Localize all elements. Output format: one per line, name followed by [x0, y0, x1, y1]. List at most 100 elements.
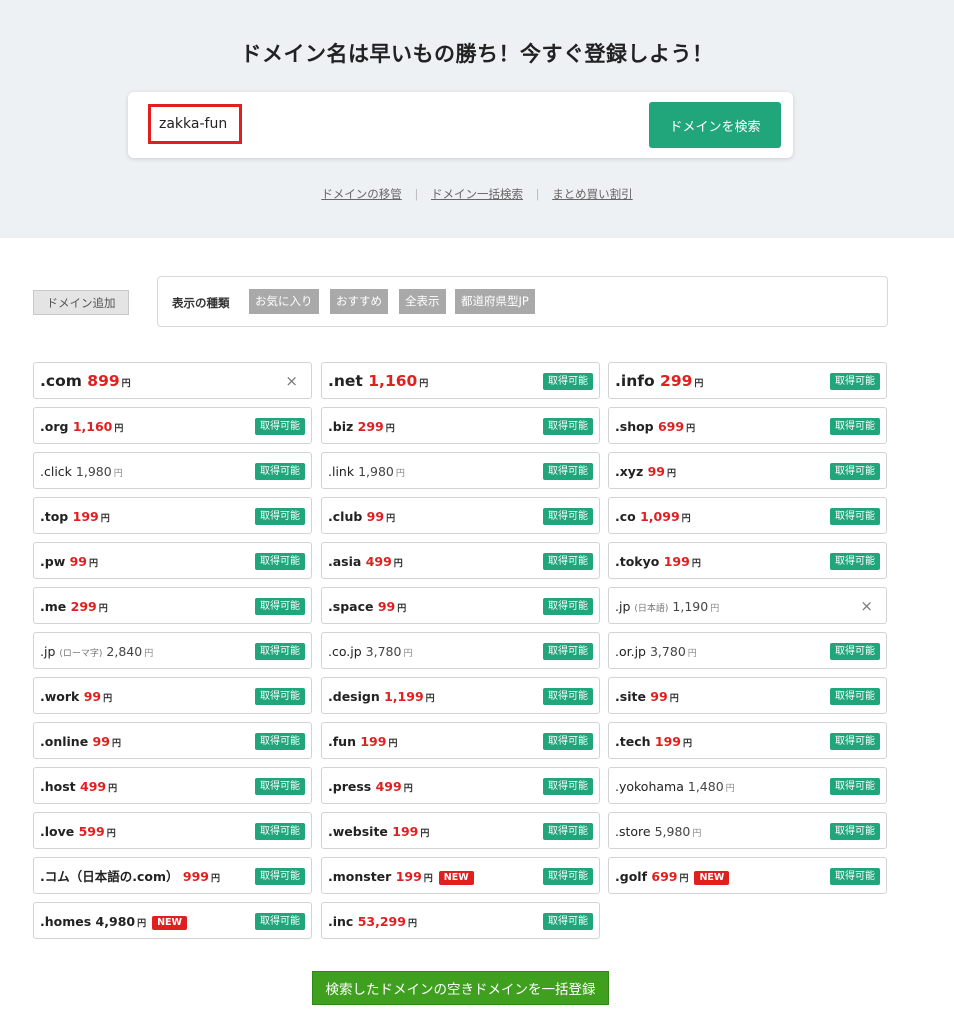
domain-card[interactable]: .org 1,160 円 取得可能 — [33, 407, 312, 444]
domain-card[interactable]: .xyz 99 円 取得可能 — [608, 452, 887, 489]
available-badge[interactable]: 取得可能 — [830, 643, 880, 660]
available-badge[interactable]: 取得可能 — [830, 868, 880, 885]
domain-card[interactable]: .co 1,099 円 取得可能 — [608, 497, 887, 534]
close-icon[interactable]: × — [285, 363, 298, 400]
domain-card[interactable]: .or.jp 3,780 円 取得可能 — [608, 632, 887, 669]
domain-card[interactable]: .shop 699 円 取得可能 — [608, 407, 887, 444]
available-badge[interactable]: 取得可能 — [543, 553, 593, 570]
domain-card[interactable]: .golf 699 円 NEW 取得可能 — [608, 857, 887, 894]
domain-card[interactable]: .work 99 円 取得可能 — [33, 677, 312, 714]
domain-card[interactable]: .tech 199 円 取得可能 — [608, 722, 887, 759]
available-badge[interactable]: 取得可能 — [255, 733, 305, 750]
domain-card[interactable]: .top 199 円 取得可能 — [33, 497, 312, 534]
available-badge[interactable]: 取得可能 — [255, 868, 305, 885]
domain-card[interactable]: .site 99 円 取得可能 — [608, 677, 887, 714]
domain-price: 99 — [366, 509, 385, 524]
domain-search-input[interactable] — [148, 104, 242, 144]
domain-name: .co 1,099 円 — [615, 498, 691, 535]
yen-unit: 円 — [403, 649, 413, 659]
available-badge[interactable]: 取得可能 — [543, 778, 593, 795]
filter-chip-show-all[interactable]: 全表示 — [399, 289, 446, 314]
link-domain-transfer[interactable]: ドメインの移管 — [321, 187, 402, 201]
domain-card[interactable]: .love 599 円 取得可能 — [33, 812, 312, 849]
available-badge[interactable]: 取得可能 — [543, 643, 593, 660]
link-bulk-discount[interactable]: まとめ買い割引 — [552, 187, 633, 201]
domain-card[interactable]: .tokyo 199 円 取得可能 — [608, 542, 887, 579]
domain-card[interactable]: .store 5,980 円 取得可能 — [608, 812, 887, 849]
domain-card[interactable]: .info 299 円 取得可能 — [608, 362, 887, 399]
domain-price: 199 — [654, 734, 681, 749]
domain-card[interactable]: .click 1,980 円 取得可能 — [33, 452, 312, 489]
filter-chip-favorites[interactable]: お気に入り — [249, 289, 319, 314]
domain-card[interactable]: .monster 199 円 NEW 取得可能 — [321, 857, 600, 894]
available-badge[interactable]: 取得可能 — [255, 643, 305, 660]
available-badge[interactable]: 取得可能 — [255, 418, 305, 435]
domain-card[interactable]: .pw 99 円 取得可能 — [33, 542, 312, 579]
available-badge[interactable]: 取得可能 — [255, 778, 305, 795]
available-badge[interactable]: 取得可能 — [543, 373, 593, 390]
available-badge[interactable]: 取得可能 — [543, 868, 593, 885]
domain-tld: .link — [328, 464, 355, 479]
add-domain-button[interactable]: ドメイン追加 — [33, 290, 129, 315]
domain-card[interactable]: .net 1,160 円 取得可能 — [321, 362, 600, 399]
available-badge[interactable]: 取得可能 — [830, 823, 880, 840]
available-badge[interactable]: 取得可能 — [830, 463, 880, 480]
available-badge[interactable]: 取得可能 — [830, 508, 880, 525]
available-badge[interactable]: 取得可能 — [543, 733, 593, 750]
domain-card[interactable]: .jp (ローマ字) 2,840 円 取得可能 — [33, 632, 312, 669]
available-badge[interactable]: 取得可能 — [830, 373, 880, 390]
domain-card[interactable]: .jp (日本語) 1,190 円 × — [608, 587, 887, 624]
available-badge[interactable]: 取得可能 — [255, 508, 305, 525]
available-badge[interactable]: 取得可能 — [543, 418, 593, 435]
domain-card[interactable]: .fun 199 円 取得可能 — [321, 722, 600, 759]
domain-card[interactable]: .com 899 円 × — [33, 362, 312, 399]
yen-unit: 円 — [425, 694, 435, 704]
available-badge[interactable]: 取得可能 — [543, 598, 593, 615]
domain-card[interactable]: .biz 299 円 取得可能 — [321, 407, 600, 444]
domain-card[interactable]: .club 99 円 取得可能 — [321, 497, 600, 534]
domain-card[interactable]: .space 99 円 取得可能 — [321, 587, 600, 624]
available-badge[interactable]: 取得可能 — [255, 688, 305, 705]
domain-tld: .jp — [40, 644, 56, 659]
available-badge[interactable]: 取得可能 — [255, 823, 305, 840]
available-badge[interactable]: 取得可能 — [830, 418, 880, 435]
domain-price: 499 — [375, 779, 402, 794]
available-badge[interactable]: 取得可能 — [255, 598, 305, 615]
domain-name: .コム（日本語の.com） 999 円 — [40, 858, 220, 895]
domain-card[interactable]: .host 499 円 取得可能 — [33, 767, 312, 804]
filter-chip-prefecture-jp[interactable]: 都道府県型JP — [455, 289, 535, 314]
domain-card[interactable]: .コム（日本語の.com） 999 円 取得可能 — [33, 857, 312, 894]
available-badge[interactable]: 取得可能 — [543, 823, 593, 840]
domain-card[interactable]: .homes 4,980 円 NEW 取得可能 — [33, 902, 312, 939]
available-badge[interactable]: 取得可能 — [830, 553, 880, 570]
yen-unit: 円 — [385, 424, 395, 434]
available-badge[interactable]: 取得可能 — [543, 463, 593, 480]
domain-card[interactable]: .inc 53,299 円 取得可能 — [321, 902, 600, 939]
domain-price: 1,980 — [75, 464, 112, 479]
domain-card[interactable]: .press 499 円 取得可能 — [321, 767, 600, 804]
domain-tld: .pw — [40, 554, 66, 569]
domain-card[interactable]: .yokohama 1,480 円 取得可能 — [608, 767, 887, 804]
domain-card[interactable]: .online 99 円 取得可能 — [33, 722, 312, 759]
available-badge[interactable]: 取得可能 — [830, 778, 880, 795]
available-badge[interactable]: 取得可能 — [830, 688, 880, 705]
filter-chip-recommended[interactable]: おすすめ — [330, 289, 388, 314]
domain-card[interactable]: .website 199 円 取得可能 — [321, 812, 600, 849]
available-badge[interactable]: 取得可能 — [543, 913, 593, 930]
domain-card[interactable]: .asia 499 円 取得可能 — [321, 542, 600, 579]
domain-card[interactable]: .co.jp 3,780 円 取得可能 — [321, 632, 600, 669]
domain-search-button[interactable]: ドメインを検索 — [649, 102, 781, 148]
domain-card[interactable]: .me 299 円 取得可能 — [33, 587, 312, 624]
available-badge[interactable]: 取得可能 — [255, 913, 305, 930]
available-badge[interactable]: 取得可能 — [543, 688, 593, 705]
available-badge[interactable]: 取得可能 — [255, 463, 305, 480]
new-badge: NEW — [152, 916, 188, 930]
close-icon[interactable]: × — [860, 588, 873, 625]
link-bulk-search[interactable]: ドメイン一括検索 — [431, 187, 523, 201]
domain-card[interactable]: .design 1,199 円 取得可能 — [321, 677, 600, 714]
bulk-register-button[interactable]: 検索したドメインの空きドメインを一括登録 — [312, 971, 609, 1005]
available-badge[interactable]: 取得可能 — [830, 733, 880, 750]
available-badge[interactable]: 取得可能 — [543, 508, 593, 525]
domain-card[interactable]: .link 1,980 円 取得可能 — [321, 452, 600, 489]
available-badge[interactable]: 取得可能 — [255, 553, 305, 570]
